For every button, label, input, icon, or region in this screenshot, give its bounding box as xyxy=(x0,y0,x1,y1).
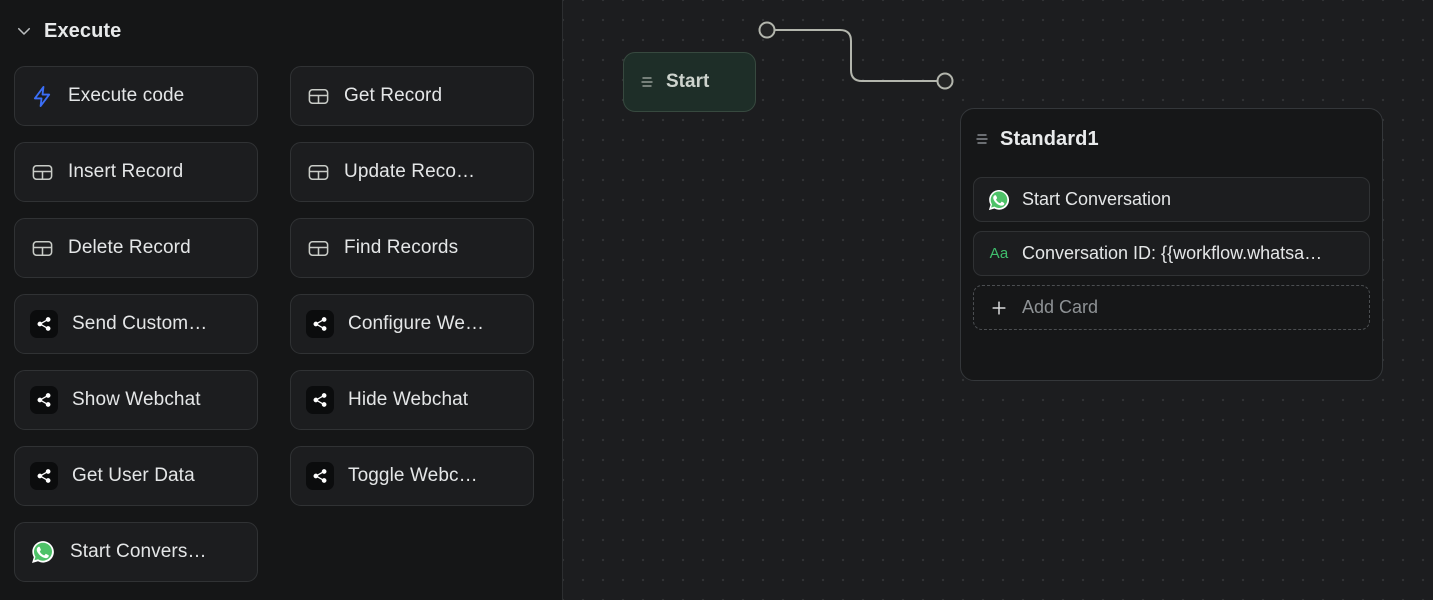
zap-icon xyxy=(30,84,54,108)
palette-item-label: Execute code xyxy=(68,85,185,106)
palette-item-label: Hide Webchat xyxy=(348,389,469,410)
palette-item-label: Delete Record xyxy=(68,237,191,258)
palette-item-label: Send Custom… xyxy=(72,313,208,334)
palette-item-label: Find Records xyxy=(344,237,459,258)
node-start-title: Start xyxy=(666,71,710,92)
workflow-editor: Execute Execute code Get Record Insert Rec… xyxy=(0,0,1433,600)
palette-item[interactable]: Hide Webchat xyxy=(290,370,534,430)
palette-section-title: Execute xyxy=(44,19,122,42)
drag-handle-icon[interactable] xyxy=(975,130,989,148)
node-standard1[interactable]: Standard1 Start Conversation Aa Conversa… xyxy=(960,108,1383,381)
palette-item[interactable]: Update Reco… xyxy=(290,142,534,202)
palette-item[interactable]: Configure We… xyxy=(290,294,534,354)
share-icon xyxy=(306,462,334,490)
palette-item-label: Insert Record xyxy=(68,161,184,182)
share-icon xyxy=(306,386,334,414)
table-icon xyxy=(306,84,330,108)
palette-item[interactable]: Get User Data xyxy=(14,446,258,506)
palette-item-label: Start Convers… xyxy=(70,541,207,562)
palette-item[interactable]: Send Custom… xyxy=(14,294,258,354)
card-conversation-id[interactable]: Aa Conversation ID: {{workflow.whatsa… xyxy=(973,231,1370,276)
edge-source-port xyxy=(758,21,776,39)
plus-icon xyxy=(987,296,1011,320)
palette-grid: Execute code Get Record Insert Record Updat… xyxy=(14,66,549,582)
node-standard1-card-list: Start Conversation Aa Conversation ID: {… xyxy=(973,177,1370,330)
palette-item-label: Update Reco… xyxy=(344,161,476,182)
edge-target-port xyxy=(936,72,954,90)
node-standard1-header[interactable]: Standard1 xyxy=(973,125,1370,153)
card-label: Start Conversation xyxy=(1022,189,1172,209)
node-start[interactable]: Start xyxy=(623,52,756,112)
palette-item-label: Configure We… xyxy=(348,313,485,334)
share-icon xyxy=(30,386,58,414)
table-icon xyxy=(306,236,330,260)
card-label: Conversation ID: {{workflow.whatsa… xyxy=(1022,243,1323,263)
add-card-label: Add Card xyxy=(1022,297,1099,317)
node-standard1-title: Standard1 xyxy=(1000,127,1099,150)
share-icon xyxy=(306,310,334,338)
text-aa-icon: Aa xyxy=(989,245,1009,262)
share-icon xyxy=(30,310,58,338)
palette-item[interactable]: Find Records xyxy=(290,218,534,278)
palette-item-label: Toggle Webc… xyxy=(348,465,478,486)
node-palette-sidebar: Execute Execute code Get Record Insert Rec… xyxy=(0,0,563,600)
palette-item-label: Show Webchat xyxy=(72,389,201,410)
table-icon xyxy=(30,236,54,260)
share-icon xyxy=(30,462,58,490)
whatsapp-icon xyxy=(987,188,1011,212)
palette-item[interactable]: Show Webchat xyxy=(14,370,258,430)
palette-item[interactable]: Insert Record xyxy=(14,142,258,202)
add-card-button[interactable]: Add Card xyxy=(973,285,1370,330)
palette-item[interactable]: Get Record xyxy=(290,66,534,126)
edge-start-to-standard1 xyxy=(770,29,940,82)
palette-item-label: Get User Data xyxy=(72,465,195,486)
table-icon xyxy=(30,160,54,184)
drag-handle-icon[interactable] xyxy=(640,73,654,91)
chevron-down-icon[interactable] xyxy=(14,21,34,41)
card-start-conversation[interactable]: Start Conversation xyxy=(973,177,1370,222)
whatsapp-icon xyxy=(30,539,56,565)
palette-item[interactable]: Execute code xyxy=(14,66,258,126)
table-icon xyxy=(306,160,330,184)
palette-item[interactable]: Start Convers… xyxy=(14,522,258,582)
palette-section-header[interactable]: Execute xyxy=(0,0,562,48)
palette-item[interactable]: Toggle Webc… xyxy=(290,446,534,506)
palette-item[interactable]: Delete Record xyxy=(14,218,258,278)
flow-canvas[interactable]: Start Standard1 Start Conversation Aa Co… xyxy=(563,0,1433,600)
palette-item-label: Get Record xyxy=(344,85,443,106)
